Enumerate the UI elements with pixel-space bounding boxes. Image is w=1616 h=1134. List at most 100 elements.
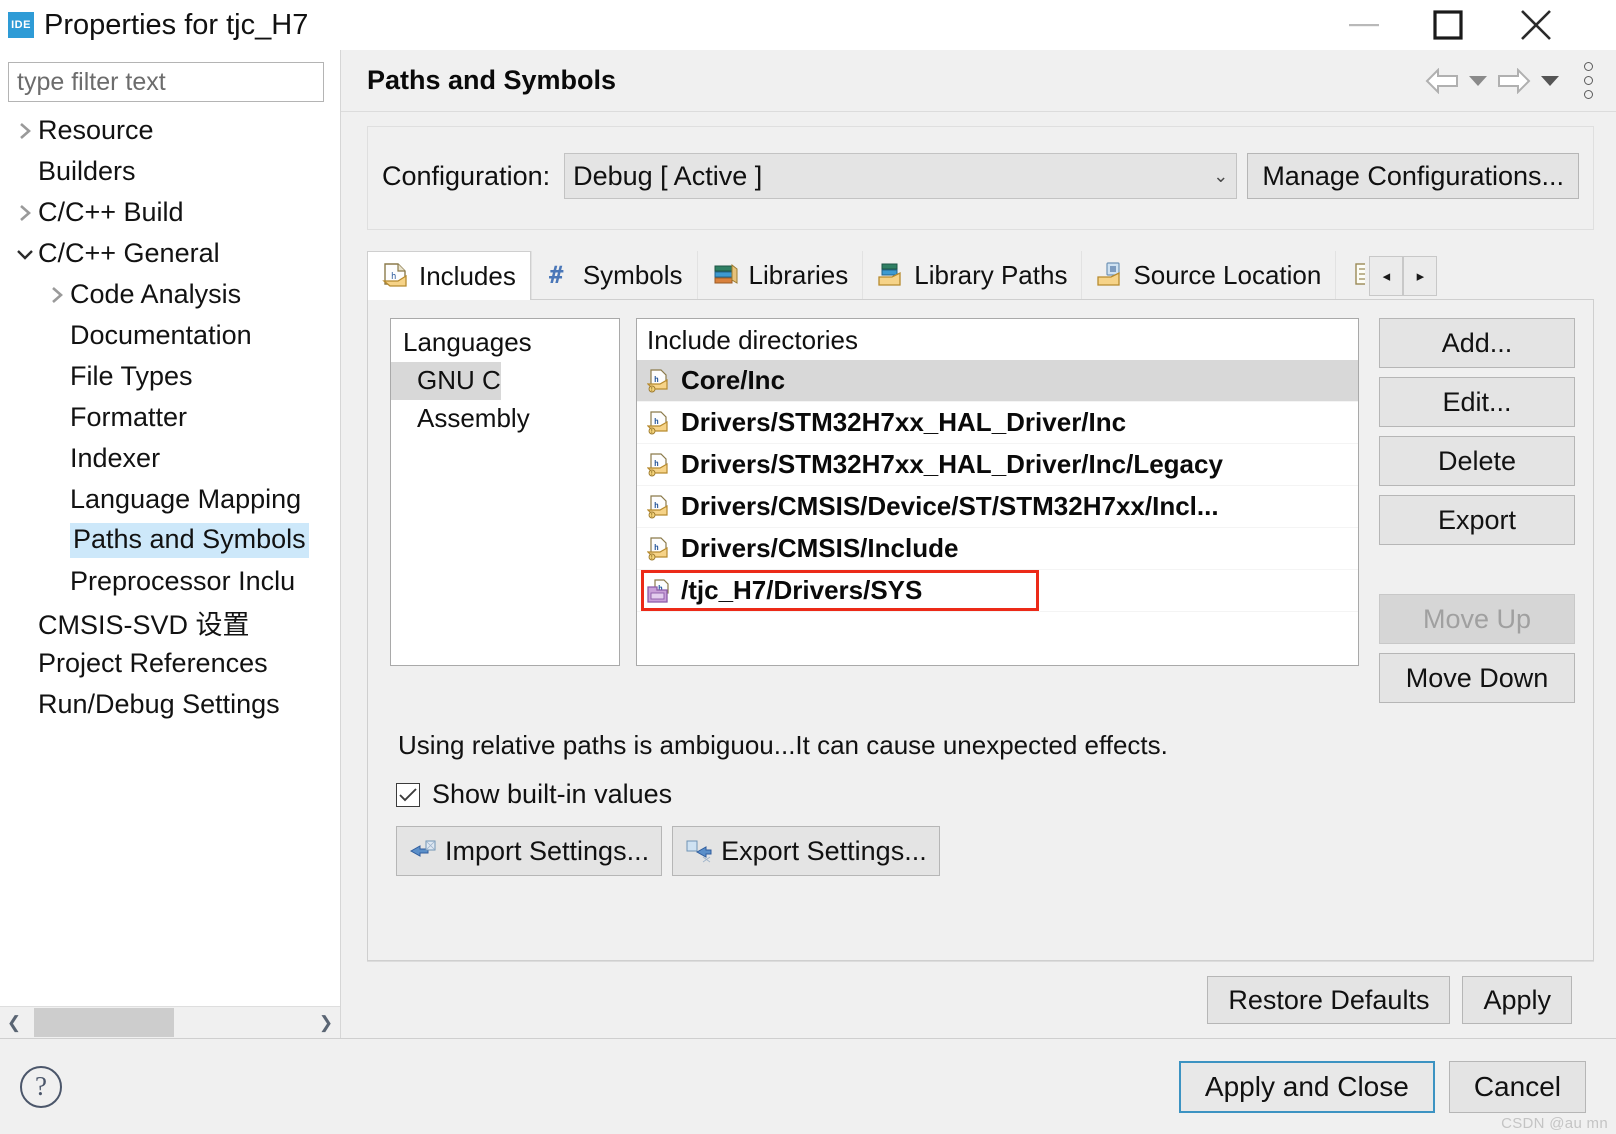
tree-item-label: CMSIS-SVD 设置 [38,610,250,640]
tree-item-formatter[interactable]: Formatter [0,397,340,438]
include-directory-row[interactable]: h/tjc_H7/Drivers/SYS [637,570,1358,612]
move-down-button[interactable]: Move Down [1379,653,1575,703]
languages-list[interactable]: Languages GNU C Assembly [390,318,620,666]
include-directory-row[interactable]: h! Drivers/CMSIS/Include [637,528,1358,570]
tree-item-indexer[interactable]: Indexer [0,438,340,479]
tab-label: Libraries [748,259,849,290]
tree-item-c-c-build[interactable]: C/C++ Build [0,192,340,233]
import-icon [409,838,437,864]
tree-item-preprocessor-inclu[interactable]: Preprocessor Inclu [0,561,340,602]
button-label: Export Settings... [721,835,927,866]
export-icon [685,838,713,864]
add-button[interactable]: Add... [1379,318,1575,368]
cancel-button[interactable]: Cancel [1448,1060,1586,1113]
svg-text:h: h [654,543,659,552]
delete-button[interactable]: Delete [1379,436,1575,486]
tree-item-label: Run/Debug Settings [38,689,280,719]
scrollbar-thumb[interactable] [34,1008,174,1037]
chevron-down-icon[interactable] [12,246,38,262]
view-menu-icon[interactable] [1570,57,1606,105]
tab-symbols[interactable]: # Symbols [530,251,697,299]
restore-defaults-button[interactable]: Restore Defaults [1207,976,1451,1024]
tree-item-label: Preprocessor Inclu [70,566,296,596]
tree-item-label: Resource [38,115,154,145]
tab-label: Symbols [582,259,683,290]
configuration-dropdown[interactable]: Debug [ Active ] ⌄ [564,153,1238,199]
chevron-right-icon[interactable] [12,121,38,141]
button-label: Import Settings... [445,835,650,866]
apply-row: Restore Defaults Apply [367,961,1594,1038]
tree-item-documentation[interactable]: Documentation [0,315,340,356]
language-assembly[interactable]: Assembly [391,400,530,438]
language-row[interactable]: GNU C [391,362,619,400]
language-gnu-c[interactable]: GNU C [391,362,501,400]
include-directory-row[interactable]: h! Drivers/STM32H7xx_HAL_Driver/Inc [637,402,1358,444]
minimize-button[interactable] [1336,0,1392,50]
include-directories-list[interactable]: Include directories h! Core/Inc h! Drivers/… [636,318,1359,666]
settings-navigation-pane: Resource Builders C/C++ Build C/C++ General… [0,50,340,1038]
manage-configurations-button[interactable]: Manage Configurations... [1247,153,1579,199]
tab-library-paths[interactable]: Library Paths [862,251,1082,299]
apply-and-close-button[interactable]: Apply and Close [1178,1060,1435,1113]
filter-input[interactable] [8,62,324,102]
import-settings-button[interactable]: Import Settings... [396,826,663,876]
edit-button[interactable]: Edit... [1379,377,1575,427]
chevron-right-icon[interactable] [44,285,70,305]
chevron-right-icon[interactable] [12,203,38,223]
include-directory-row[interactable]: h! Drivers/STM32H7xx_HAL_Driver/Inc/Legac… [637,444,1358,486]
tree-item-label: Language Mapping [70,484,302,514]
page-header: Paths and Symbols [341,50,1616,112]
tree-item-label: Documentation [70,320,252,350]
tree-item-label: Code Analysis [70,279,242,309]
tree-item-code-analysis[interactable]: Code Analysis [0,274,340,315]
include-directory-path: Drivers/STM32H7xx_HAL_Driver/Inc/Legacy [681,449,1223,479]
tree-item-language-mapping[interactable]: Language Mapping [0,479,340,520]
tree-item-run-debug-settings[interactable]: Run/Debug Settings [0,684,340,725]
svg-text:#: # [549,261,564,289]
configuration-label: Configuration: [382,160,551,191]
tree-item-file-types[interactable]: File Types [0,356,340,397]
export-settings-button[interactable]: Export Settings... [672,826,940,876]
question-mark-icon[interactable]: ? [20,1065,62,1108]
back-button[interactable] [1420,59,1464,103]
forward-history-dropdown[interactable] [1536,59,1564,103]
page-title: Paths and Symbols [367,65,617,95]
export-button[interactable]: Export [1379,495,1575,545]
tab-libraries[interactable]: Libraries [696,251,863,299]
back-history-dropdown[interactable] [1464,59,1492,103]
ide-app-icon: IDE [8,12,34,38]
tree-item-cmsis-svd[interactable]: CMSIS-SVD 设置 [0,602,340,643]
include-directory-row[interactable]: h! Drivers/CMSIS/Device/ST/STM32H7xx/Incl… [637,486,1358,528]
include-folder-icon: h! [647,494,673,519]
tab-includes[interactable]: h Includes [367,251,531,300]
apply-button[interactable]: Apply [1462,976,1572,1024]
include-directory-row[interactable]: h! Core/Inc [637,360,1358,402]
tree-item-label: Paths and Symbols [70,523,309,558]
books-icon [712,261,740,289]
show-builtin-values-checkbox[interactable]: Show built-in values [390,779,1575,810]
tab-output[interactable] [1335,251,1366,299]
scroll-left-arrow-icon[interactable]: ❮ [0,1007,28,1038]
lists-row: Languages GNU C Assembly Include director… [390,318,1575,712]
scroll-right-arrow-icon[interactable]: ❯ [312,1007,340,1038]
tab-scroll-right-icon[interactable]: ▸ [1403,256,1438,296]
tree-item-paths-and-symbols[interactable]: Paths and Symbols [0,520,340,561]
forward-button[interactable] [1492,59,1536,103]
maximize-button[interactable] [1420,0,1476,50]
tree-item-builders[interactable]: Builders [0,151,340,192]
folder-source-icon [1096,261,1124,289]
tree-item-project-references[interactable]: Project References [0,643,340,684]
close-button[interactable] [1508,0,1564,50]
tree-item-c-c-general[interactable]: C/C++ General [0,233,340,274]
tree-item-label: File Types [70,361,193,391]
navigation-horizontal-scrollbar[interactable]: ❮ ❯ [0,1006,340,1038]
language-row[interactable]: Assembly [391,400,619,438]
tab-scroll-left-icon[interactable]: ◂ [1369,256,1404,296]
scrollbar-track[interactable] [28,1007,312,1038]
tree-item-label: C/C++ General [38,238,220,268]
include-folder-icon: h! [647,368,673,393]
checkbox-box[interactable] [396,782,420,807]
tree-item-resource[interactable]: Resource [0,110,340,151]
list-empty-space [637,612,1358,665]
tab-source-location[interactable]: Source Location [1081,251,1336,299]
